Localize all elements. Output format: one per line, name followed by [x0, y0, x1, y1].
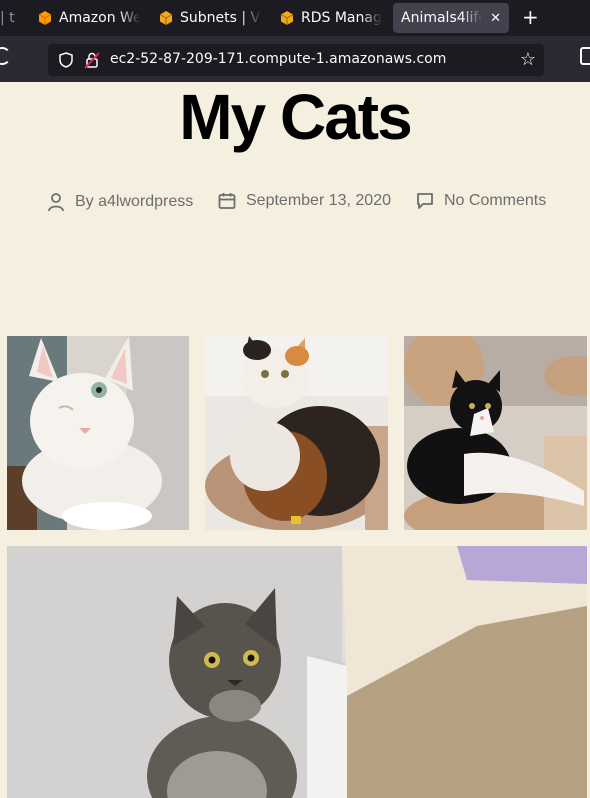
calendar-icon [218, 193, 236, 209]
tab-label: Subnets | VI [180, 10, 261, 26]
address-bar[interactable]: ec2-52-87-209-171.compute-1.amazonaws.co… [48, 44, 544, 76]
post-title: My Cats [179, 82, 412, 153]
aws-cube-icon [38, 11, 52, 25]
tab-subnets[interactable]: Subnets | VI [159, 3, 261, 33]
comments-link[interactable]: No Comments [444, 192, 546, 210]
post-date[interactable]: September 13, 2020 [218, 192, 391, 210]
rds-cube-icon [280, 11, 294, 25]
tab-label: RDS Manag [301, 10, 382, 26]
post-author[interactable]: By a4lwordpress [47, 192, 193, 212]
bookmark-star-icon[interactable]: ☆ [520, 49, 536, 70]
white-cat-image [7, 336, 189, 530]
page-content: My Cats By a4lwordpress September 13, 20… [0, 82, 590, 798]
tab-rds-management[interactable]: RDS Manag [280, 3, 382, 33]
vpc-cube-icon [159, 11, 173, 25]
tab-label: Animals4life [401, 10, 483, 26]
navigation-toolbar: ec2-52-87-209-171.compute-1.amazonaws.co… [0, 36, 590, 82]
tab-animals4life[interactable]: Animals4life ✕ [393, 3, 509, 33]
tuxedo-cat-photo[interactable] [404, 336, 587, 530]
long-haired-cat-photo[interactable] [7, 546, 587, 798]
insecure-lock-icon[interactable] [84, 51, 100, 69]
person-icon [48, 193, 64, 212]
close-tab-icon[interactable]: ✕ [490, 11, 501, 26]
calico-cat-image [205, 336, 388, 530]
new-tab-icon[interactable]: + [522, 5, 539, 29]
calico-cat-photo[interactable] [205, 336, 388, 530]
tab-amazon-web-services[interactable]: Amazon We [38, 3, 140, 33]
post-comments[interactable]: No Comments [416, 192, 546, 210]
tab-label: Amazon We [59, 10, 140, 26]
tracking-protection-shield-icon[interactable] [58, 52, 74, 68]
author-text[interactable]: By a4lwordpress [75, 193, 193, 211]
tuxedo-cat-image [404, 336, 587, 530]
comment-bubble-icon [417, 193, 433, 209]
tab-strip: | t Amazon We Subnets | VI RDS Manag Ani… [0, 0, 590, 36]
long-haired-cat-image [7, 546, 587, 798]
url-text[interactable]: ec2-52-87-209-171.compute-1.amazonaws.co… [110, 51, 446, 67]
reload-icon[interactable] [0, 47, 11, 65]
white-cat-photo[interactable] [7, 336, 189, 530]
tab-overflow-fragment[interactable]: | t [0, 3, 30, 33]
date-text[interactable]: September 13, 2020 [246, 192, 391, 210]
extensions-icon[interactable] [580, 47, 590, 65]
